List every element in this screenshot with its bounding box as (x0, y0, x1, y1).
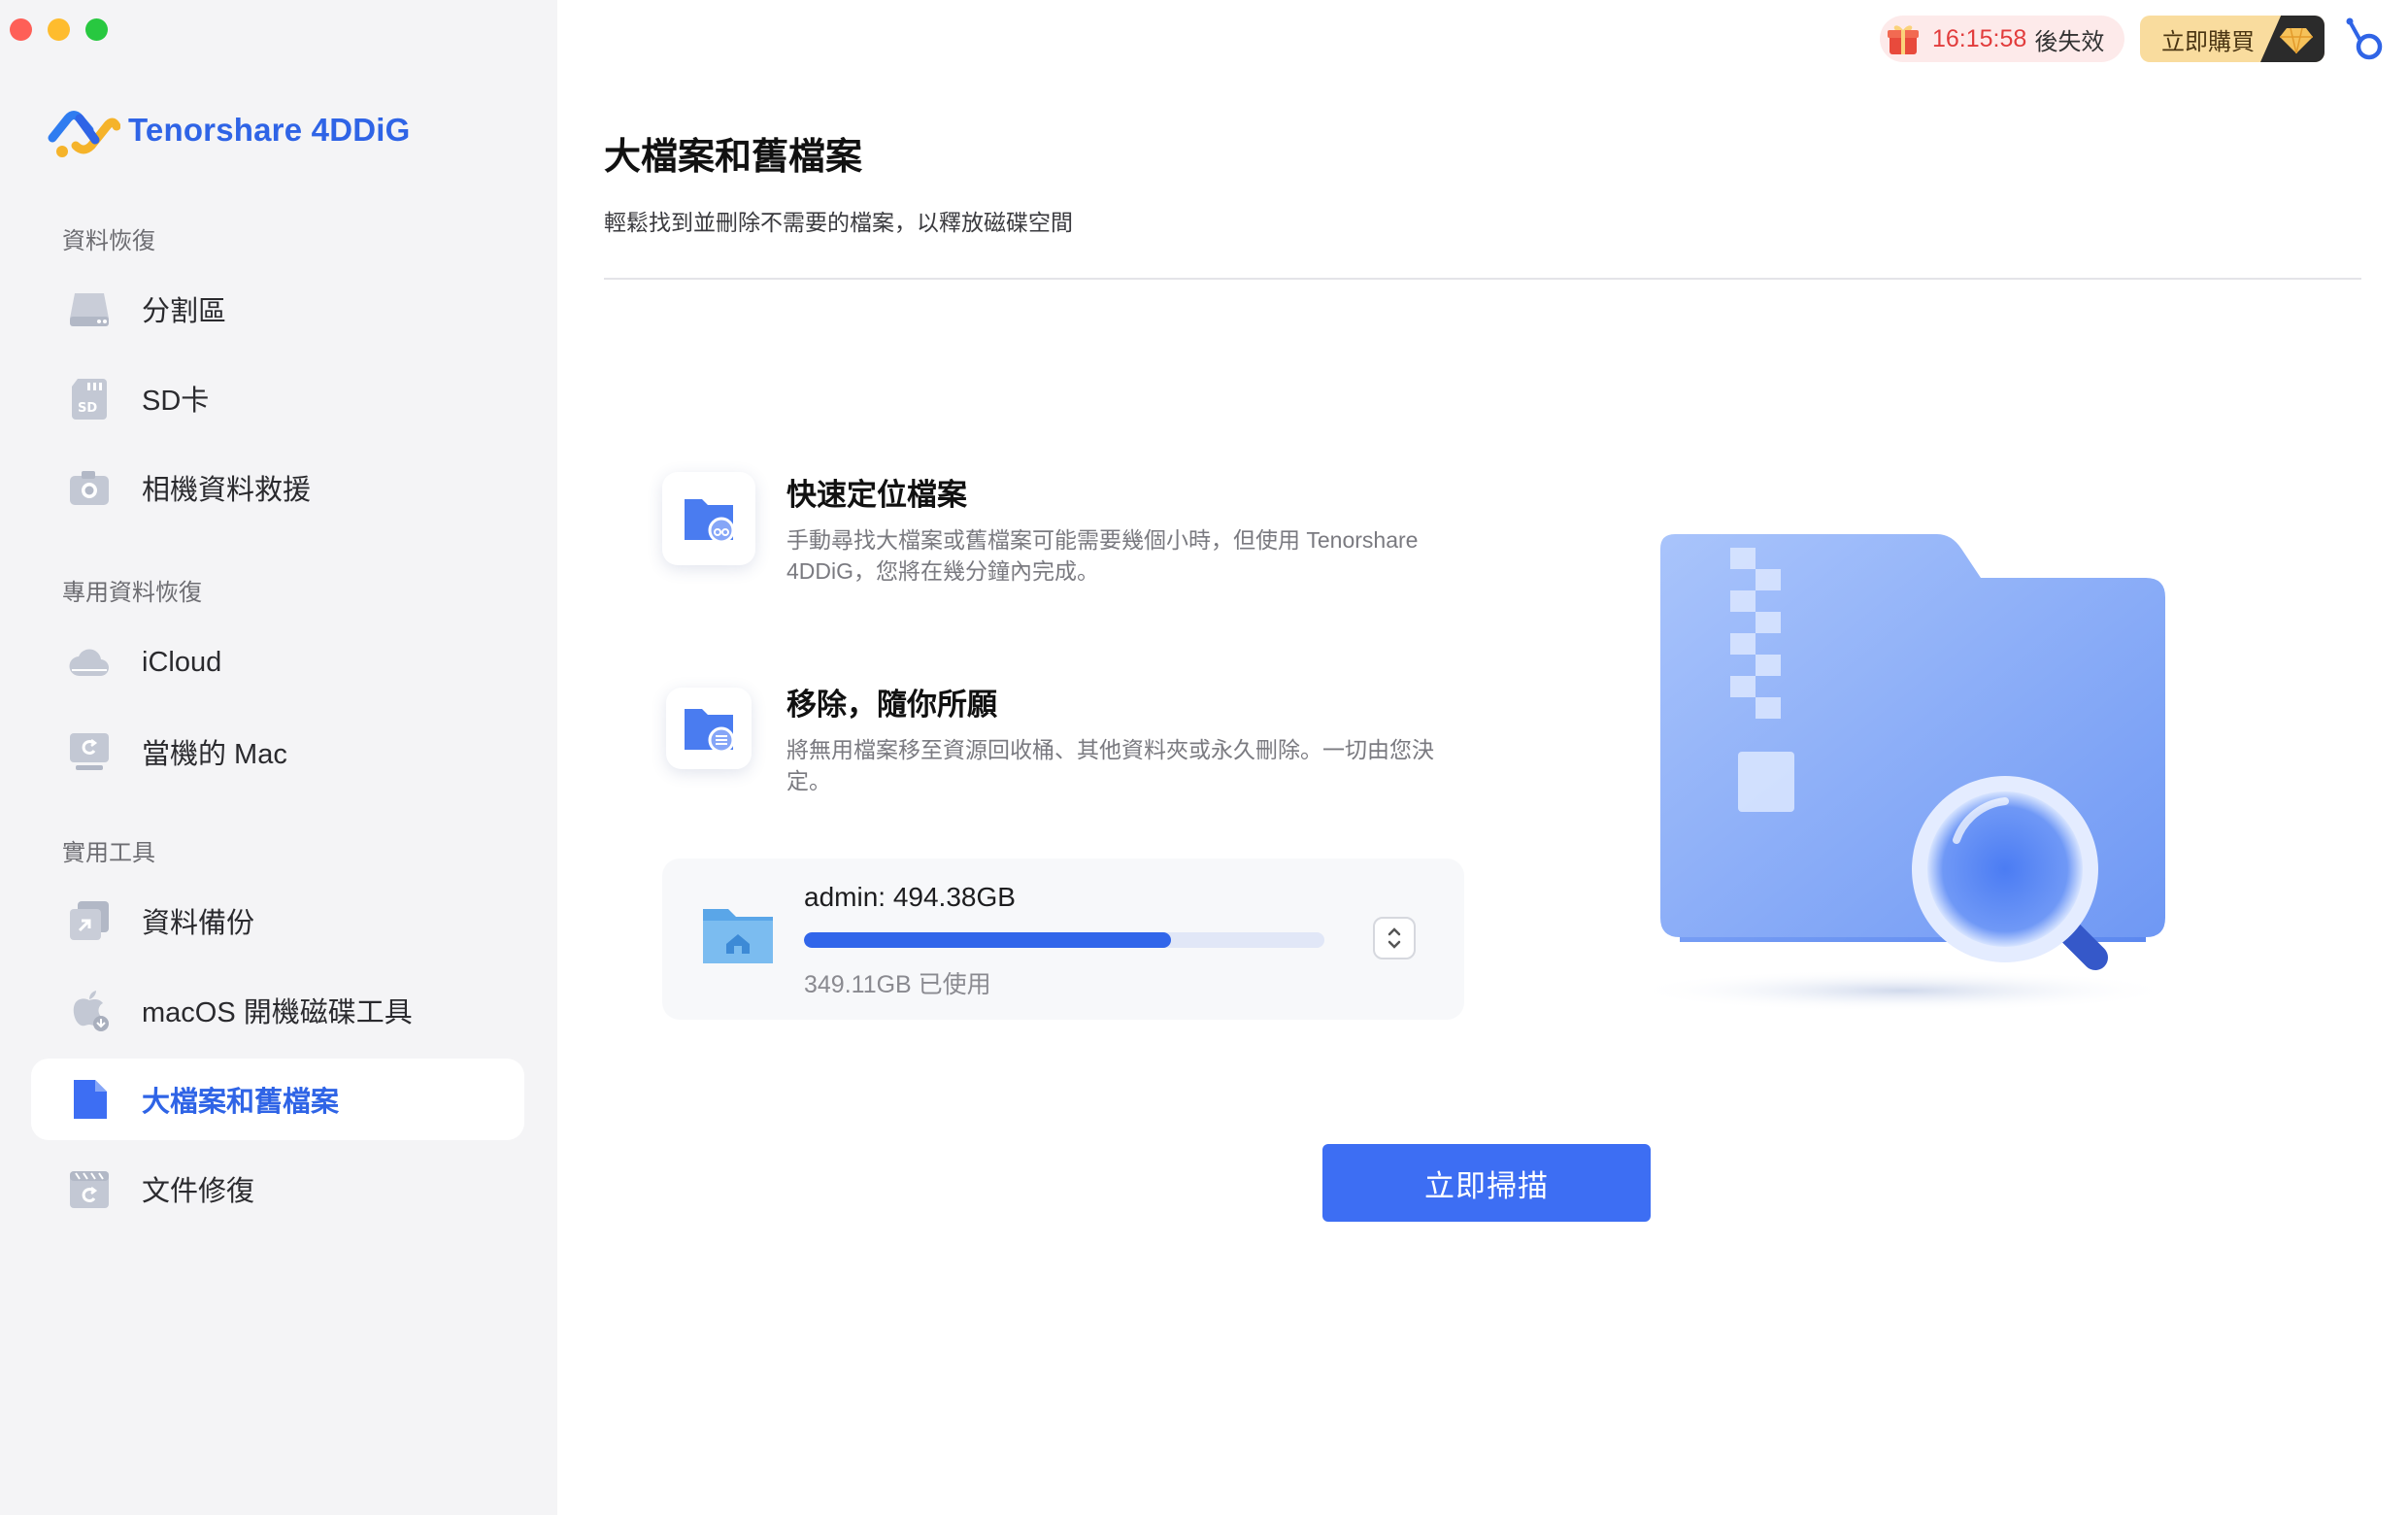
minimize-window-button[interactable] (48, 18, 70, 41)
feature-icon-remove (666, 688, 752, 769)
home-folder-icon (703, 909, 773, 963)
disk-selector-card[interactable]: admin: 494.38GB 349.11GB 已使用 (662, 858, 1464, 1020)
sidebar-item-label: 相機資料救援 (142, 475, 312, 506)
sidebar: Tenorshare 4DDiG 資料恢復 分割區 SD SD卡 相機資料救援 … (0, 0, 557, 1515)
disk-usage-fill (804, 932, 1172, 948)
zoom-window-button[interactable] (85, 18, 108, 41)
brand: Tenorshare 4DDiG (47, 97, 411, 163)
folder-magnifier-illustration (1631, 534, 2175, 1010)
gift-icon (1888, 25, 1919, 54)
sidebar-item-label: 大檔案和舊檔案 (142, 1087, 340, 1118)
bootable-disk-icon (66, 987, 113, 1033)
document-repair-icon (66, 1165, 113, 1212)
cloud-icon (66, 639, 113, 686)
buy-now-button[interactable]: 立即購買 (2140, 16, 2324, 62)
feature-desc-locate: 手動尋找大檔案或舊檔案可能需要幾個小時，但使用 Tenorshare 4DDiG… (786, 527, 1419, 584)
svg-text:SD: SD (78, 401, 97, 416)
sidebar-item-label: 分割區 (142, 296, 227, 327)
close-window-button[interactable] (10, 18, 32, 41)
drive-icon (66, 286, 113, 332)
feature-title-remove: 移除，隨你所願 (786, 688, 997, 722)
disk-used-text: 349.11GB 已使用 (804, 971, 991, 998)
sidebar-item-partition[interactable]: 分割區 (31, 268, 524, 350)
sidebar-item-large-old-files[interactable]: 大檔案和舊檔案 (31, 1059, 524, 1140)
countdown-suffix: 後失效 (2034, 28, 2105, 55)
sidebar-item-label: macOS 開機磁碟工具 (142, 997, 413, 1028)
header-divider (604, 278, 2361, 280)
sidebar-item-label: 文件修復 (142, 1176, 255, 1207)
crashed-mac-icon (66, 728, 113, 775)
sidebar-item-label: SD卡 (142, 386, 210, 417)
section-title-utilities: 實用工具 (62, 840, 155, 866)
page-subtitle: 輕鬆找到並刪除不需要的檔案，以釋放磁碟空間 (604, 210, 1073, 235)
gem-badge (2260, 16, 2324, 62)
large-file-icon (66, 1076, 113, 1123)
diamond-icon (2280, 27, 2313, 54)
camera-icon (66, 464, 113, 511)
backup-icon (66, 897, 113, 944)
sidebar-item-label: 當機的 Mac (142, 739, 287, 770)
countdown-time: 16:15:58 (1932, 24, 2027, 52)
4ddig-logo-icon (48, 111, 120, 157)
brand-name: Tenorshare 4DDiG (128, 112, 411, 148)
sd-card-icon: SD (66, 375, 113, 421)
sidebar-item-icloud[interactable]: iCloud (31, 622, 524, 703)
sidebar-item-sd-card[interactable]: SD SD卡 (31, 357, 524, 439)
sidebar-item-bootable-disk[interactable]: macOS 開機磁碟工具 (31, 969, 524, 1051)
window-controls (10, 18, 108, 41)
section-title-specialized-recovery: 專用資料恢復 (62, 580, 202, 606)
section-title-data-recovery: 資料恢復 (62, 228, 155, 254)
locate-folder-icon (685, 499, 735, 544)
feature-desc-remove: 將無用檔案移至資源回收桶、其他資料夾或永久刪除。一切由您決定。 (786, 737, 1434, 793)
sidebar-item-label: iCloud (142, 646, 222, 678)
sidebar-item-label: 資料備份 (142, 908, 255, 939)
feature-icon-locate (662, 472, 755, 565)
sidebar-item-document-repair[interactable]: 文件修復 (31, 1148, 524, 1229)
disk-dropdown-button[interactable] (1373, 917, 1416, 960)
disk-usage-bar (804, 932, 1324, 948)
feature-title-locate: 快速定位檔案 (786, 478, 967, 512)
scan-now-button[interactable]: 立即掃描 (1322, 1144, 1651, 1222)
remove-folder-icon (685, 709, 735, 754)
offer-timer[interactable]: 16:15:58 後失效 (1880, 16, 2124, 62)
chevron-up-down-icon (1388, 927, 1401, 949)
sidebar-item-camera[interactable]: 相機資料救援 (31, 447, 524, 528)
support-agent-icon[interactable] (2344, 16, 2389, 64)
page-title: 大檔案和舊檔案 (604, 137, 863, 178)
sidebar-item-backup[interactable]: 資料備份 (31, 880, 524, 961)
disk-name: admin: 494.38GB (804, 882, 1016, 912)
buy-now-label: 立即購買 (2161, 28, 2255, 55)
sidebar-item-crashed-mac[interactable]: 當機的 Mac (31, 711, 524, 792)
